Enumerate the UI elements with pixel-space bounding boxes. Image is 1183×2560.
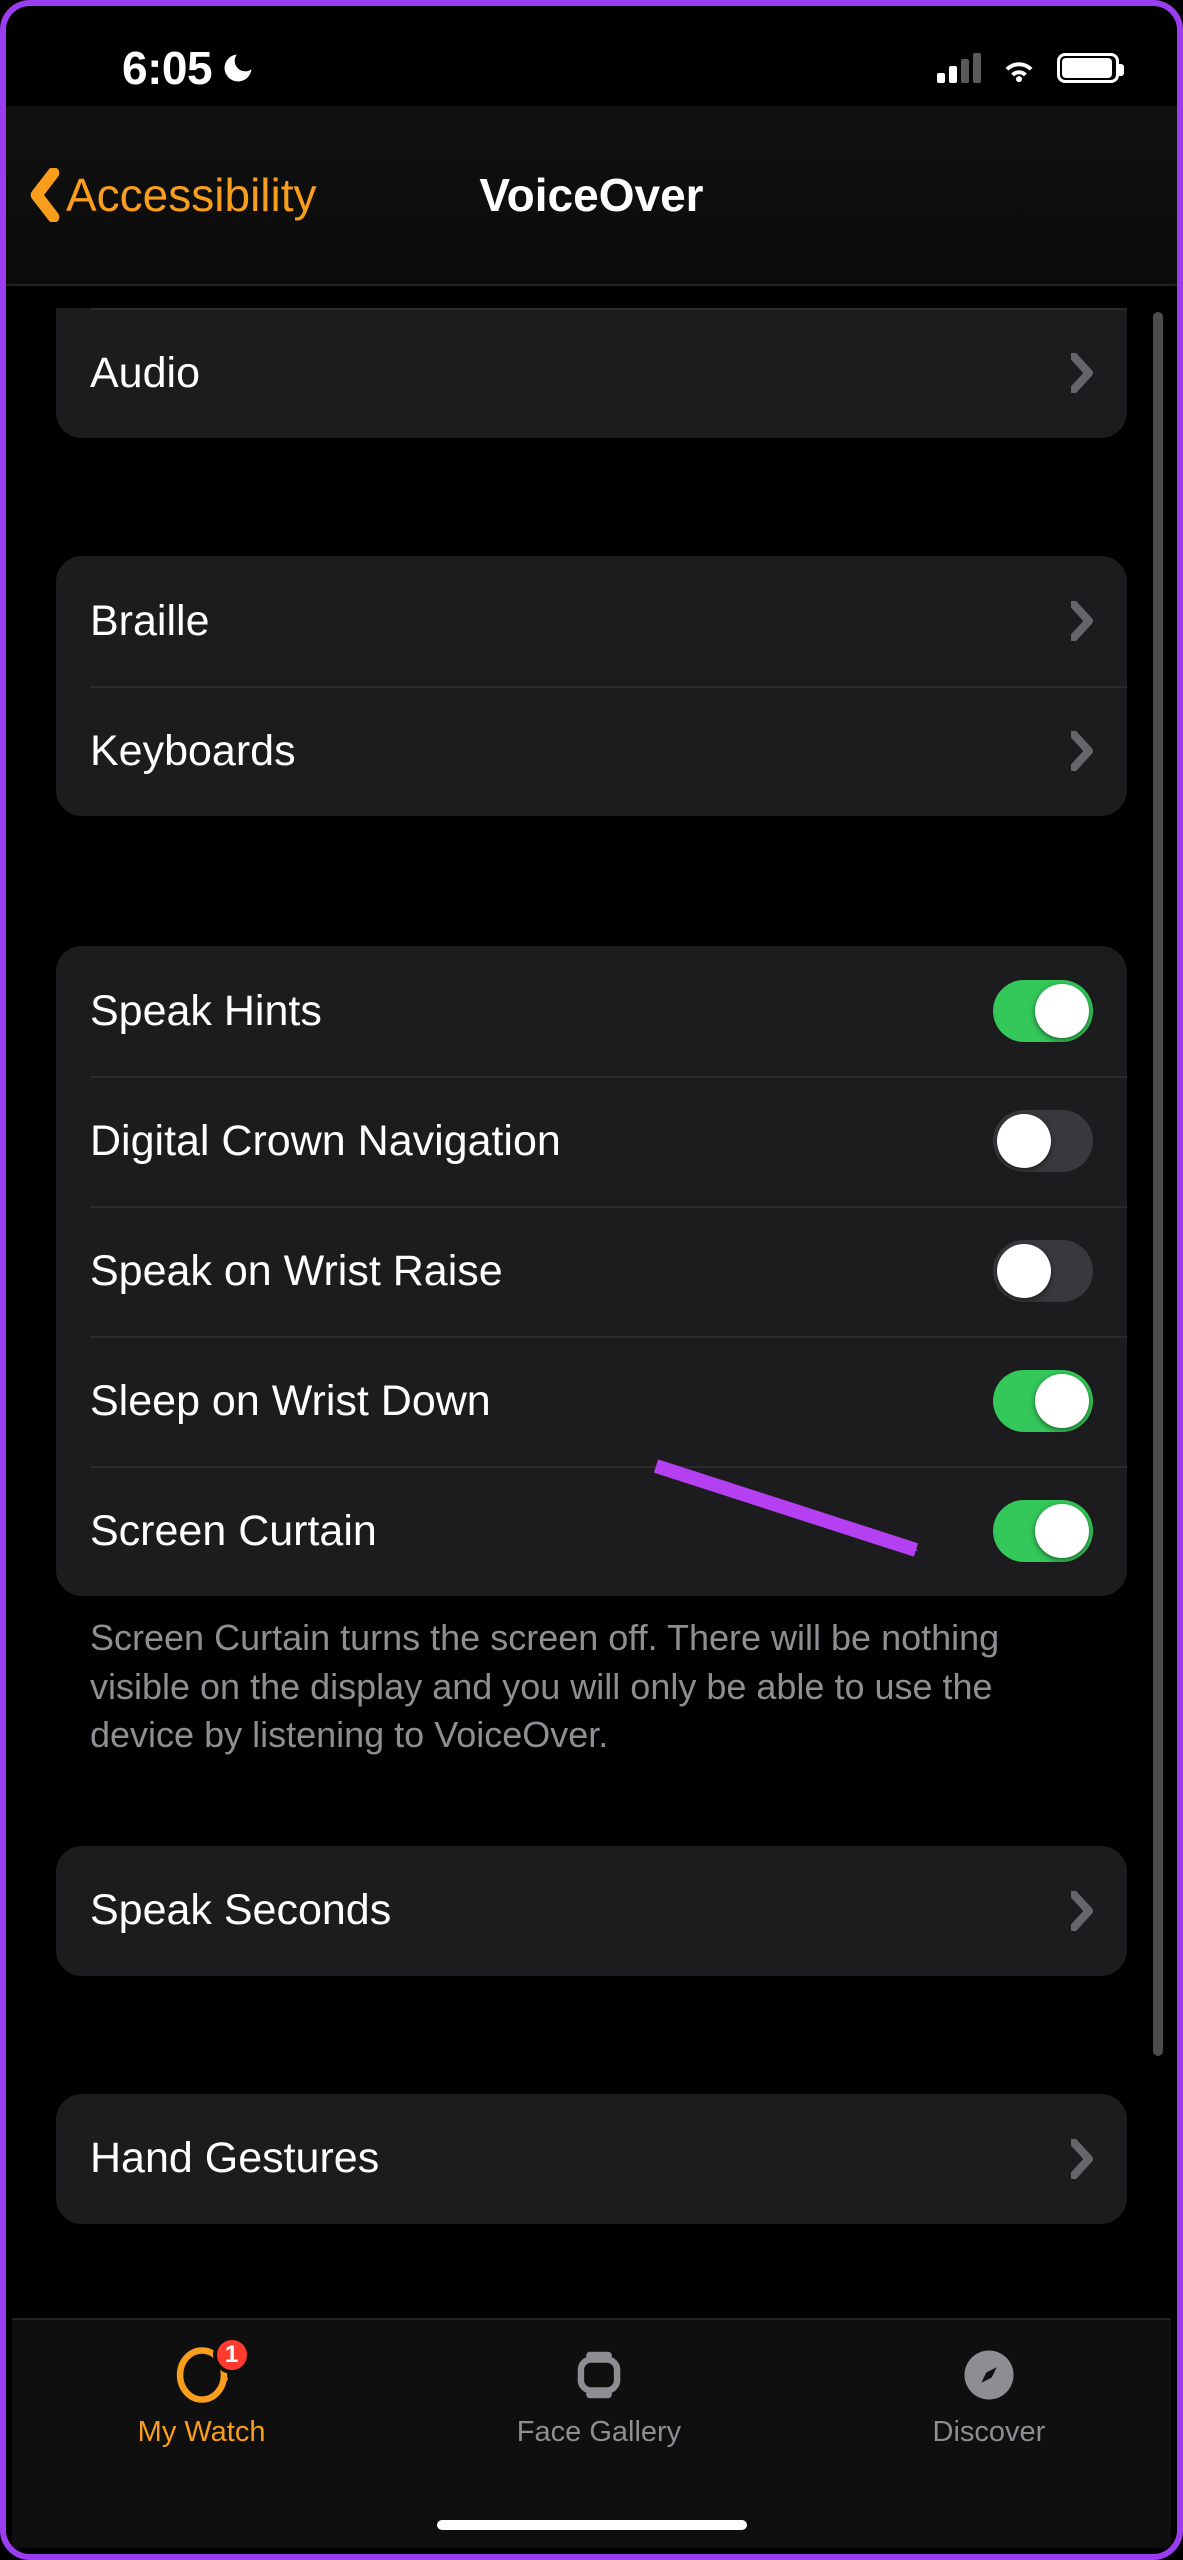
nav-bar: Accessibility VoiceOver: [6, 106, 1177, 286]
tab-face-gallery[interactable]: Face Gallery: [517, 2344, 681, 2548]
row-hand-gestures[interactable]: Hand Gestures: [56, 2094, 1127, 2224]
row-speak-hints: Speak Hints: [56, 946, 1127, 1076]
chevron-right-icon: [1071, 1891, 1093, 1931]
scrollbar-track: [1153, 312, 1163, 2056]
badge-my-watch: 1: [213, 2336, 251, 2374]
watch-face-icon: [568, 2344, 630, 2406]
row-keyboards[interactable]: Keyboards: [56, 686, 1127, 816]
back-button[interactable]: Accessibility: [28, 168, 317, 222]
label-sleep-on-wrist-down: Sleep on Wrist Down: [90, 1377, 491, 1426]
label-digital-crown-navigation: Digital Crown Navigation: [90, 1117, 561, 1166]
tab-label-face-gallery: Face Gallery: [517, 2416, 681, 2449]
tab-bar: 1 My Watch Face Gallery Discover: [12, 2318, 1171, 2548]
group-braille-keyboards: Braille Keyboards: [56, 556, 1127, 816]
home-indicator[interactable]: [437, 2520, 747, 2530]
tab-discover[interactable]: Discover: [933, 2344, 1046, 2548]
battery-icon: [1057, 53, 1119, 83]
row-speak-on-wrist-raise: Speak on Wrist Raise: [56, 1206, 1127, 1336]
toggle-digital-crown-navigation[interactable]: [993, 1110, 1093, 1172]
row-audio[interactable]: Audio: [56, 308, 1127, 438]
row-digital-crown-navigation: Digital Crown Navigation: [56, 1076, 1127, 1206]
status-time: 6:05: [122, 41, 212, 95]
label-braille: Braille: [90, 597, 210, 646]
chevron-right-icon: [1071, 2139, 1093, 2179]
status-right: [937, 48, 1119, 88]
tab-my-watch[interactable]: 1 My Watch: [138, 2344, 266, 2548]
status-bar: 6:05: [6, 6, 1177, 106]
group-hand-gestures: Hand Gestures: [56, 2094, 1127, 2224]
tab-label-discover: Discover: [933, 2416, 1046, 2449]
row-braille[interactable]: Braille: [56, 556, 1127, 686]
compass-icon: [958, 2344, 1020, 2406]
scrollbar-thumb[interactable]: [1153, 312, 1163, 2056]
do-not-disturb-moon-icon: [220, 50, 256, 86]
wifi-icon: [999, 48, 1039, 88]
status-left: 6:05: [122, 41, 256, 95]
watch-icon: 1: [171, 2344, 233, 2406]
row-screen-curtain: Screen Curtain: [56, 1466, 1127, 1596]
label-speak-seconds: Speak Seconds: [90, 1886, 391, 1935]
toggle-sleep-on-wrist-down[interactable]: [993, 1370, 1093, 1432]
page-title: VoiceOver: [479, 168, 703, 222]
chevron-right-icon: [1071, 353, 1093, 393]
toggle-screen-curtain[interactable]: [993, 1500, 1093, 1562]
chevron-right-icon: [1071, 601, 1093, 641]
tab-label-my-watch: My Watch: [138, 2416, 266, 2449]
chevron-left-icon: [28, 168, 62, 222]
label-hand-gestures: Hand Gestures: [90, 2134, 379, 2183]
label-audio: Audio: [90, 349, 200, 398]
footer-screen-curtain-description: Screen Curtain turns the screen off. The…: [56, 1614, 1127, 1760]
toggle-speak-hints[interactable]: [993, 980, 1093, 1042]
group-voiceover-toggles: Speak Hints Digital Crown Navigation Spe…: [56, 946, 1127, 1596]
group-audio: Audio: [56, 308, 1127, 438]
label-keyboards: Keyboards: [90, 727, 296, 776]
row-speak-seconds[interactable]: Speak Seconds: [56, 1846, 1127, 1976]
chevron-right-icon: [1071, 731, 1093, 771]
cellular-signal-icon: [937, 53, 981, 83]
row-sleep-on-wrist-down: Sleep on Wrist Down: [56, 1336, 1127, 1466]
back-label: Accessibility: [66, 168, 317, 222]
group-speak-seconds: Speak Seconds: [56, 1846, 1127, 1976]
label-screen-curtain: Screen Curtain: [90, 1507, 377, 1556]
label-speak-on-wrist-raise: Speak on Wrist Raise: [90, 1247, 503, 1296]
label-speak-hints: Speak Hints: [90, 987, 322, 1036]
toggle-speak-on-wrist-raise[interactable]: [993, 1240, 1093, 1302]
